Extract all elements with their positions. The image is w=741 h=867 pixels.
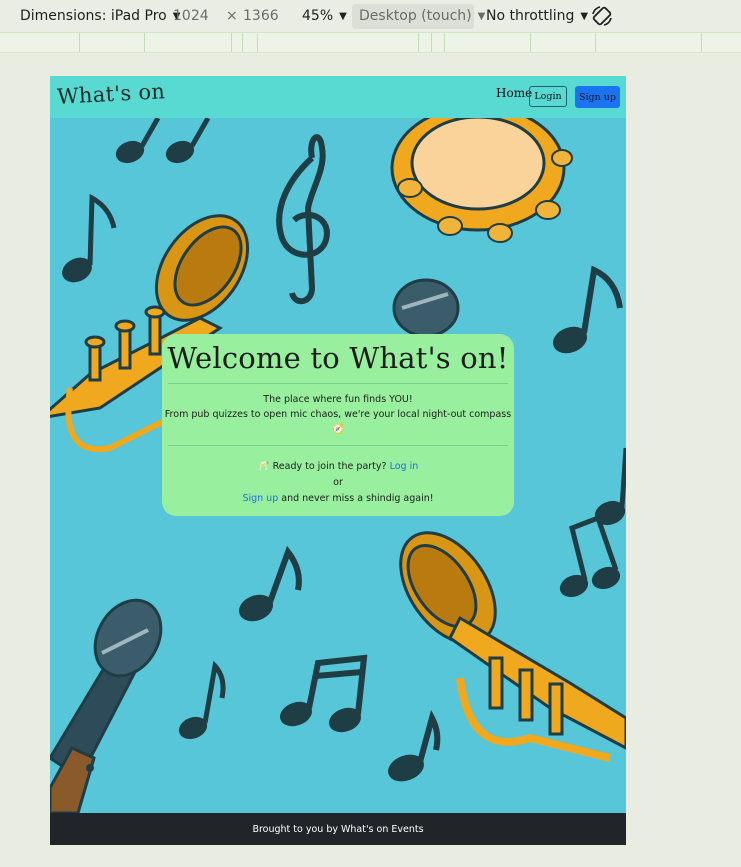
media-query-segment[interactable] (701, 33, 702, 52)
zoom-value: 45% (302, 8, 334, 24)
width-input[interactable]: 1024 (173, 8, 209, 24)
eighth-note-icon (553, 265, 623, 354)
cta-login-link[interactable]: Log in (390, 461, 419, 472)
cta-line-1: 🥂 Ready to join the party? Log in (162, 459, 514, 475)
welcome-card: Welcome to What's on! The place where fu… (162, 334, 514, 516)
cta-signup-link[interactable]: Sign up (242, 493, 278, 504)
zoom-select[interactable]: 45% ▼ (302, 8, 347, 24)
call-to-action: 🥂 Ready to join the party? Log in or Sig… (162, 459, 514, 507)
width-value: 1024 (173, 8, 209, 24)
eighth-note-icon (62, 193, 117, 283)
times-sign: × (226, 8, 238, 24)
tagline: The place where fun finds YOU! From pub … (162, 392, 514, 437)
media-query-segment[interactable] (595, 33, 596, 52)
eighth-note-icon (178, 660, 226, 740)
dimension-separator: × (226, 8, 238, 24)
eighth-note-icon (239, 545, 302, 622)
caret-down-icon: ▼ (477, 10, 486, 22)
cta-prefix: 🥂 Ready to join the party? (257, 461, 387, 472)
height-input[interactable]: 1366 (243, 8, 279, 24)
microphone-icon (392, 278, 460, 338)
cta-or: or (333, 477, 343, 488)
navbar: What's on Home Login Sign up (50, 76, 626, 118)
cta-suffix: and never miss a shindig again! (281, 493, 434, 504)
welcome-title: Welcome to What's on! (167, 341, 509, 375)
beamed-notes-icon (280, 654, 368, 733)
tambourine-icon (390, 118, 573, 243)
media-query-segment[interactable] (242, 33, 243, 52)
nav-login-button[interactable]: Login (529, 86, 567, 107)
media-query-segment[interactable] (431, 33, 432, 52)
nav-signup-button[interactable]: Sign up (575, 86, 620, 108)
throttling-select[interactable]: No throttling ▼ (486, 8, 588, 24)
cta-line-3: Sign up and never miss a shindig again! (162, 491, 514, 507)
media-query-segment[interactable] (444, 33, 445, 52)
rotate-icon[interactable] (591, 5, 613, 27)
tagline-line-1: The place where fun finds YOU! (263, 394, 413, 405)
media-query-segment[interactable] (144, 33, 145, 52)
media-query-segment[interactable] (257, 33, 258, 52)
footer-text: Brought to you by What's on Events (252, 823, 424, 835)
height-value: 1366 (243, 8, 279, 24)
media-query-bar (0, 32, 741, 53)
device-select[interactable]: Dimensions: iPad Pro ▼ (20, 8, 180, 24)
device-label: Dimensions: iPad Pro (20, 8, 167, 24)
mode-select[interactable]: Desktop (touch) ▼ (359, 8, 485, 24)
media-query-segment[interactable] (530, 33, 531, 52)
tagline-line-2: From pub quizzes to open mic chaos, we'r… (164, 409, 512, 435)
footer: Brought to you by What's on Events (50, 813, 626, 845)
caret-down-icon: ▼ (339, 10, 347, 22)
devtools-toolbar: Dimensions: iPad Pro ▼ 1024 × 1366 45% ▼… (0, 0, 741, 33)
eighth-note-icon (115, 118, 211, 164)
device-viewport: What's on Home Login Sign up Welcome to … (50, 76, 626, 845)
media-query-segment[interactable] (79, 33, 80, 52)
divider (168, 445, 508, 446)
throttling-value: No throttling (486, 8, 575, 24)
beamed-notes-icon (559, 514, 621, 598)
mode-value: Desktop (touch) (359, 8, 472, 24)
microphone-icon (50, 598, 163, 781)
media-query-segment[interactable] (418, 33, 419, 52)
trumpet-icon (399, 531, 626, 762)
media-query-segment[interactable] (231, 33, 232, 52)
divider (168, 383, 508, 384)
brand-logo[interactable]: What's on (56, 79, 165, 109)
eighth-note-icon (388, 709, 441, 782)
caret-down-icon: ▼ (580, 10, 589, 22)
treble-clef-icon (276, 134, 330, 305)
nav-home-link[interactable]: Home (496, 86, 532, 100)
